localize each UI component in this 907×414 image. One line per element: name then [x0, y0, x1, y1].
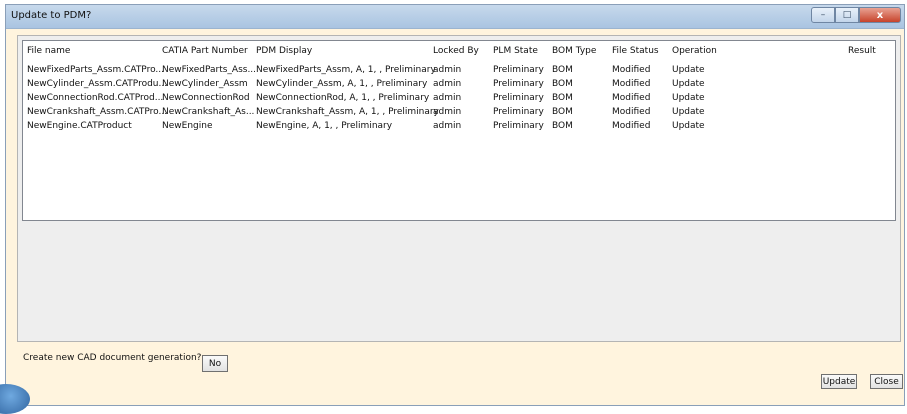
cell-bom-type: BOM — [552, 79, 573, 89]
cell-plm-state: Preliminary — [493, 107, 544, 117]
column-header-catia-part-number[interactable]: CATIA Part Number — [162, 45, 248, 57]
cad-generation-label: Create new CAD document generation? — [23, 353, 202, 363]
cell-plm-state: Preliminary — [493, 121, 544, 131]
table-row[interactable]: NewFixedParts_Assm.CATPro... NewFixedPart… — [23, 64, 895, 76]
cell-catia-part-number: NewFixedParts_Ass... — [162, 65, 257, 75]
cell-plm-state: Preliminary — [493, 93, 544, 103]
table-row[interactable]: NewCylinder_Assm.CATProdu... NewCylinder_… — [23, 78, 895, 90]
window-title: Update to PDM? — [11, 10, 92, 21]
column-header-result[interactable]: Result — [848, 45, 876, 57]
title-bar[interactable]: Update to PDM? – □ x — [6, 5, 904, 29]
cell-bom-type: BOM — [552, 65, 573, 75]
cell-locked-by: admin — [433, 65, 462, 75]
table-row[interactable]: NewCrankshaft_Assm.CATPro... NewCrankshaf… — [23, 106, 895, 118]
cell-operation: Update — [672, 93, 705, 103]
file-list-table[interactable]: File name CATIA Part Number PDM Display Loc… — [22, 40, 896, 221]
cell-pdm-display: NewCrankshaft_Assm, A, 1, , Preliminary — [256, 107, 439, 117]
cell-file-status: Modified — [612, 107, 651, 117]
cell-operation: Update — [672, 65, 705, 75]
cell-pdm-display: NewConnectionRod, A, 1, , Preliminary — [256, 93, 430, 103]
cell-pdm-display: NewCylinder_Assm, A, 1, , Preliminary — [256, 79, 428, 89]
cell-bom-type: BOM — [552, 107, 573, 117]
table-header-row: File name CATIA Part Number PDM Display Loc… — [23, 45, 895, 57]
cell-file-status: Modified — [612, 121, 651, 131]
cell-plm-state: Preliminary — [493, 65, 544, 75]
update-button[interactable]: Update — [821, 374, 857, 389]
cell-locked-by: admin — [433, 79, 462, 89]
column-header-plm-state[interactable]: PLM State — [493, 45, 538, 57]
maximize-button[interactable]: □ — [835, 7, 859, 23]
cell-operation: Update — [672, 79, 705, 89]
column-header-bom-type[interactable]: BOM Type — [552, 45, 596, 57]
cell-operation: Update — [672, 121, 705, 131]
cell-file-name: NewCrankshaft_Assm.CATPro... — [27, 107, 168, 117]
cell-catia-part-number: NewEngine — [162, 121, 213, 131]
minimize-button[interactable]: – — [811, 7, 835, 23]
cell-pdm-display: NewFixedParts_Assm, A, 1, , Preliminary — [256, 65, 436, 75]
cell-locked-by: admin — [433, 121, 462, 131]
cell-bom-type: BOM — [552, 93, 573, 103]
cell-operation: Update — [672, 107, 705, 117]
update-to-pdm-dialog: Update to PDM? – □ x File name CATIA Part… — [5, 4, 905, 406]
content-panel: File name CATIA Part Number PDM Display Loc… — [17, 35, 901, 342]
cad-generation-toggle-button[interactable]: No — [202, 355, 228, 372]
table-row[interactable]: NewConnectionRod.CATProd... NewConnection… — [23, 92, 895, 104]
cell-pdm-display: NewEngine, A, 1, , Preliminary — [256, 121, 393, 131]
cell-catia-part-number: NewCylinder_Assm — [162, 79, 248, 89]
column-header-file-status[interactable]: File Status — [612, 45, 659, 57]
cell-bom-type: BOM — [552, 121, 573, 131]
cell-file-status: Modified — [612, 93, 651, 103]
close-button[interactable]: Close — [870, 374, 903, 389]
close-window-button[interactable]: x — [859, 7, 901, 23]
cell-file-status: Modified — [612, 65, 651, 75]
cell-locked-by: admin — [433, 107, 462, 117]
cell-file-name: NewFixedParts_Assm.CATPro... — [27, 65, 165, 75]
column-header-operation[interactable]: Operation — [672, 45, 717, 57]
cell-file-name: NewCylinder_Assm.CATProdu... — [27, 79, 168, 89]
cell-file-name: NewEngine.CATProduct — [27, 121, 132, 131]
cell-locked-by: admin — [433, 93, 462, 103]
cell-catia-part-number: NewConnectionRod — [162, 93, 250, 103]
column-header-locked-by[interactable]: Locked By — [433, 45, 479, 57]
caption-buttons: – □ x — [811, 7, 901, 23]
cell-catia-part-number: NewCrankshaft_As... — [162, 107, 255, 117]
cell-file-status: Modified — [612, 79, 651, 89]
column-header-file-name[interactable]: File name — [27, 45, 70, 57]
column-header-pdm-display[interactable]: PDM Display — [256, 45, 312, 57]
table-row[interactable]: NewEngine.CATProduct NewEngine NewEngine, … — [23, 120, 895, 132]
cell-plm-state: Preliminary — [493, 79, 544, 89]
cell-file-name: NewConnectionRod.CATProd... — [27, 93, 164, 103]
